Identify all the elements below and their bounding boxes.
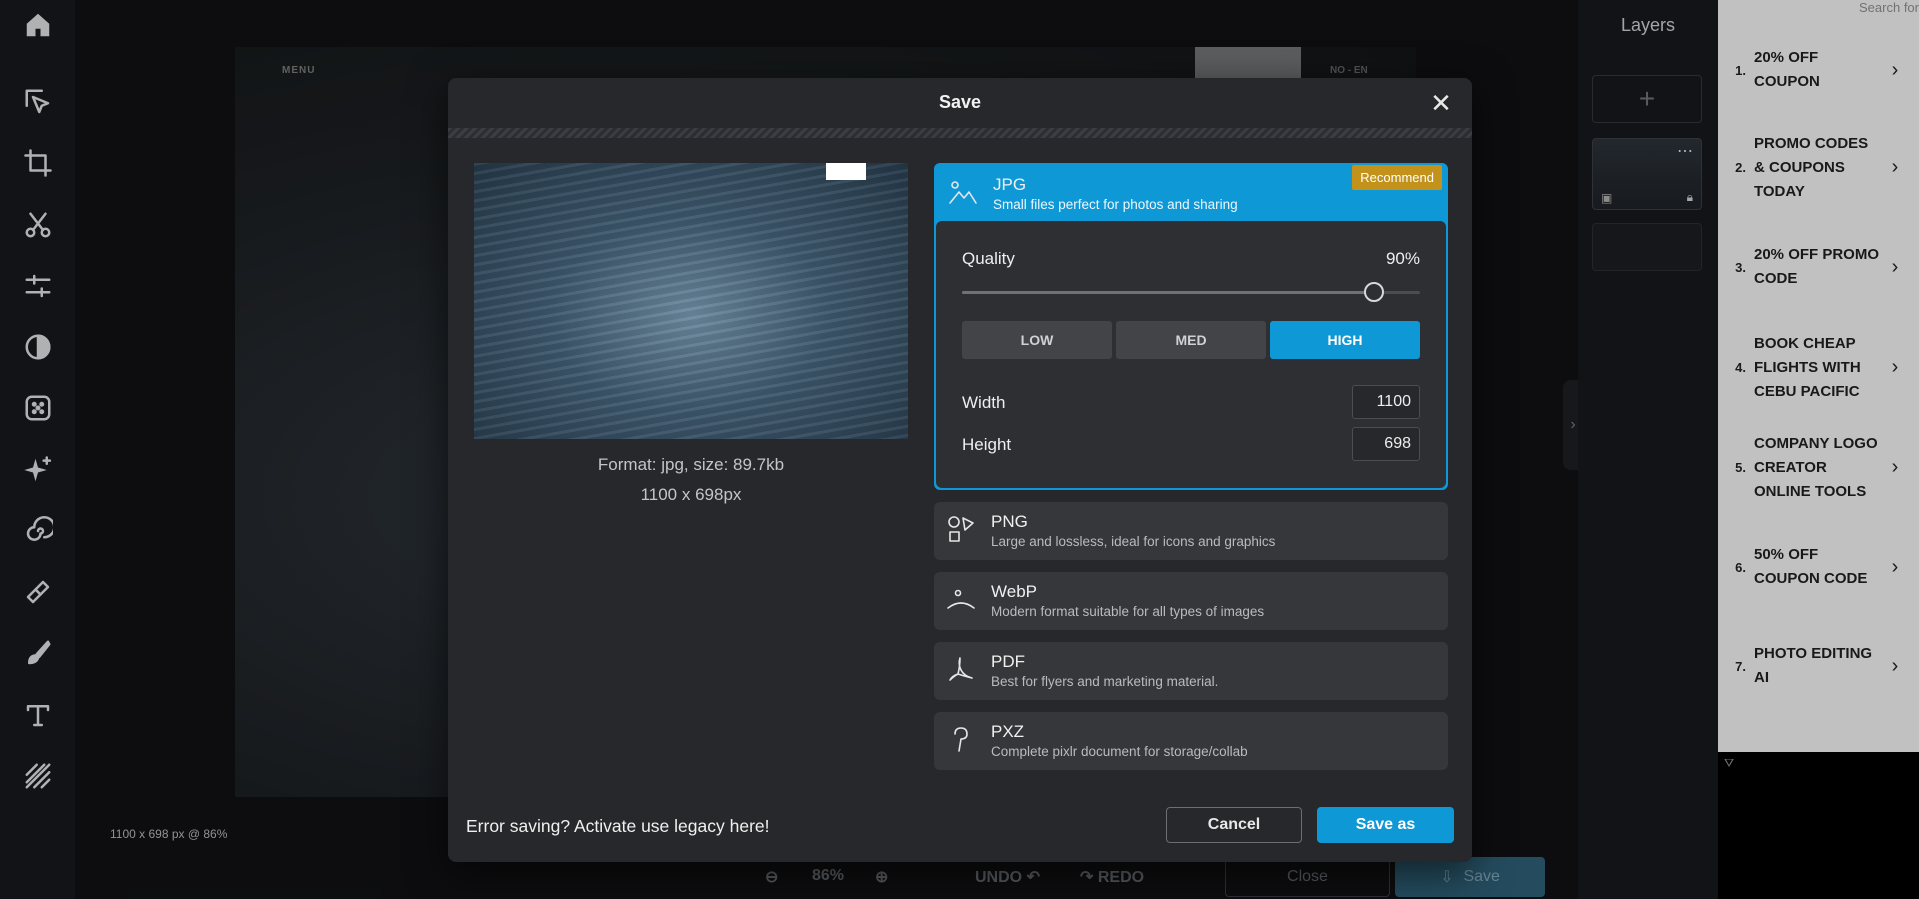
format-description: Complete pixlr document for storage/coll… bbox=[991, 744, 1248, 759]
dialog-title: Save bbox=[938, 92, 982, 112]
quality-label: Quality bbox=[962, 249, 1015, 268]
jpg-settings: Quality 90% LOW MED HIGH Width 1100 Heig… bbox=[936, 221, 1446, 488]
format-description: Large and lossless, ideal for icons and … bbox=[991, 534, 1276, 549]
format-option-jpg[interactable]: JPG Small files perfect for photos and s… bbox=[934, 163, 1448, 490]
quality-slider-thumb[interactable] bbox=[1364, 282, 1385, 302]
landscape-icon bbox=[948, 177, 978, 207]
pixlr-icon bbox=[946, 724, 976, 754]
quality-low-button[interactable]: LOW bbox=[962, 321, 1112, 359]
quality-slider-fill bbox=[962, 291, 1375, 294]
preview-texture bbox=[474, 163, 908, 439]
quality-med-button[interactable]: MED bbox=[1116, 321, 1266, 359]
width-label: Width bbox=[962, 393, 1006, 412]
format-name: JPG bbox=[993, 175, 1027, 194]
format-size-text: Format: jpg, size: 89.7kb bbox=[597, 455, 785, 474]
format-option-pdf[interactable]: PDF Best for flyers and marketing materi… bbox=[934, 642, 1448, 700]
cancel-button[interactable]: Cancel bbox=[1166, 807, 1302, 843]
close-icon[interactable]: ✕ bbox=[1426, 88, 1456, 118]
shapes-icon bbox=[946, 514, 976, 544]
recommend-badge: Recommend bbox=[1352, 165, 1442, 190]
preview-logo bbox=[826, 163, 866, 180]
pdf-icon bbox=[946, 654, 976, 684]
format-name: WebP bbox=[991, 582, 1037, 601]
format-info: Format: jpg, size: 89.7kb 1100 x 698px bbox=[474, 450, 908, 510]
format-description: Modern format suitable for all types of … bbox=[991, 604, 1265, 619]
person-icon bbox=[946, 584, 976, 614]
quality-slider[interactable] bbox=[962, 282, 1420, 302]
format-description: Best for flyers and marketing material. bbox=[991, 674, 1219, 689]
format-name: PDF bbox=[991, 652, 1025, 671]
format-name: PNG bbox=[991, 512, 1028, 531]
format-option-webp[interactable]: WebP Modern format suitable for all type… bbox=[934, 572, 1448, 630]
format-name: PXZ bbox=[991, 722, 1025, 741]
dimensions-text: 1100 x 698px bbox=[640, 485, 742, 504]
save-as-button[interactable]: Save as bbox=[1317, 807, 1454, 843]
divider bbox=[448, 128, 1472, 138]
height-input[interactable]: 698 bbox=[1352, 427, 1420, 461]
image-preview bbox=[474, 163, 908, 439]
format-option-png[interactable]: PNG Large and lossless, ideal for icons … bbox=[934, 502, 1448, 560]
format-description: Small files perfect for photos and shari… bbox=[993, 197, 1238, 212]
height-label: Height bbox=[962, 435, 1012, 454]
format-option-pxz[interactable]: PXZ Complete pixlr document for storage/… bbox=[934, 712, 1448, 770]
quality-high-button[interactable]: HIGH bbox=[1270, 321, 1420, 359]
quality-value: 90% bbox=[1385, 249, 1420, 268]
save-dialog: Save ✕ Format: jpg, size: 89.7kb 1100 x … bbox=[448, 78, 1472, 862]
legacy-link[interactable]: Error saving? Activate use legacy here! bbox=[466, 816, 770, 837]
width-input[interactable]: 1100 bbox=[1352, 385, 1420, 419]
